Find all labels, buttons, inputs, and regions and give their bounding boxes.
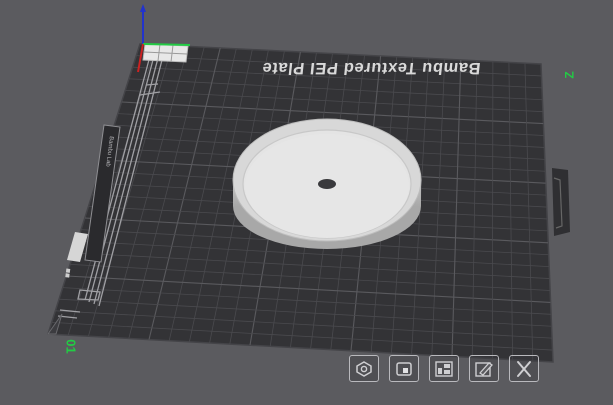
origin-marker bbox=[143, 44, 188, 62]
delete-plate-button[interactable] bbox=[509, 355, 539, 382]
close-icon bbox=[514, 360, 534, 378]
3d-viewport[interactable]: Bambu Lab ■■ Bambu Textured P bbox=[0, 0, 613, 400]
plate-axis-z-label: Z bbox=[563, 71, 577, 78]
layout-icon bbox=[434, 360, 454, 378]
plate-toolbar bbox=[349, 355, 539, 382]
plate-number-label: 01 bbox=[64, 339, 79, 353]
plate-settings-button[interactable] bbox=[429, 355, 459, 382]
svg-text:■■: ■■ bbox=[63, 268, 73, 279]
hexagon-nut-icon bbox=[354, 360, 374, 378]
arrange-button[interactable] bbox=[389, 355, 419, 382]
disc-center-hole bbox=[318, 179, 336, 189]
pencil-sheet-icon bbox=[474, 360, 494, 378]
plate-type-label: Bambu Textured PEI Plate bbox=[261, 58, 482, 77]
edit-plate-button[interactable] bbox=[469, 355, 499, 382]
orient-button[interactable] bbox=[349, 355, 379, 382]
cup-icon bbox=[394, 360, 414, 378]
disc-object[interactable] bbox=[233, 119, 421, 249]
